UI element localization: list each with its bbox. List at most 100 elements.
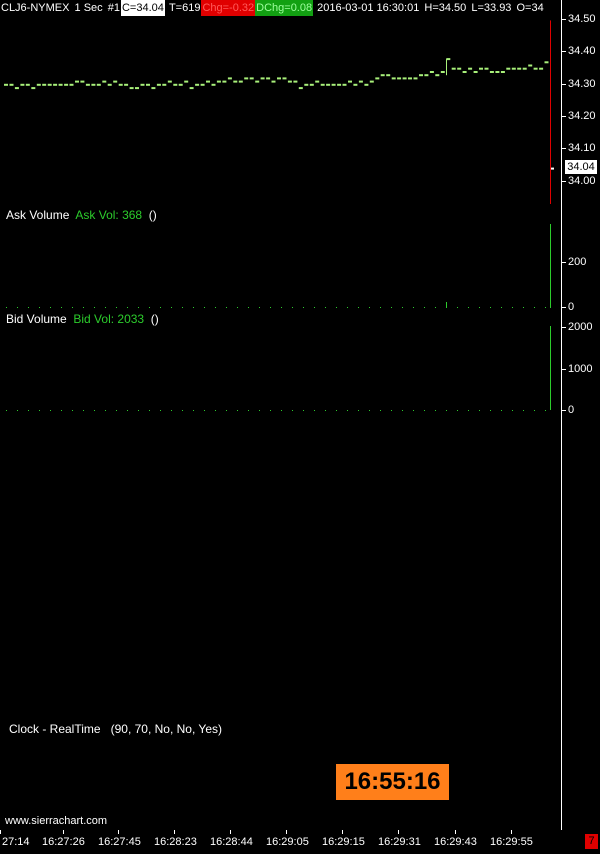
price-bar: [419, 74, 423, 77]
price-wick: [446, 59, 447, 76]
baseline-dot: [149, 410, 150, 411]
price-bar: [304, 83, 309, 86]
baseline-dot: [259, 410, 260, 411]
baseline-dot: [215, 307, 216, 308]
price-bar: [544, 61, 549, 64]
price-bar: [348, 80, 352, 83]
baseline-dot: [501, 307, 502, 308]
price-tick-mark: [562, 148, 566, 149]
price-bar: [500, 71, 505, 73]
price-bar: [20, 83, 25, 86]
price-bar: [64, 83, 69, 86]
baseline-dot: [545, 410, 546, 411]
baseline-dot: [292, 307, 293, 308]
price-bar: [118, 83, 123, 86]
price-bar: [287, 80, 292, 83]
baseline-dot: [237, 307, 238, 308]
baseline-dot: [17, 410, 18, 411]
baseline-dot: [259, 307, 260, 308]
baseline-dot: [149, 307, 150, 308]
baseline-dot: [83, 410, 84, 411]
baseline-dot: [490, 307, 491, 308]
time-label: 16:28:44: [210, 836, 253, 848]
baseline-dot: [523, 307, 524, 308]
baseline-dot: [358, 410, 359, 411]
baseline-dot: [358, 307, 359, 308]
price-bar: [222, 80, 227, 83]
time-label: 16:29:43: [434, 836, 477, 848]
last-close-tick: [551, 167, 554, 170]
baseline-dot: [380, 307, 381, 308]
baseline-dot: [215, 410, 216, 411]
price-tick-mark: [562, 116, 566, 117]
price-bar: [195, 83, 200, 86]
alert-badge[interactable]: 7: [585, 834, 598, 849]
price-bar: [495, 71, 500, 73]
price-bar: [484, 67, 489, 70]
baseline-dot: [391, 307, 392, 308]
ask-volume-chart[interactable]: [0, 220, 560, 310]
baseline-dot: [457, 307, 458, 308]
baseline-dot: [446, 410, 447, 411]
realtime-clock: 16:55:16: [336, 764, 449, 800]
baseline-dot: [303, 307, 304, 308]
ask-volume-baseline: [6, 307, 546, 308]
price-tick-label: 34.30: [568, 78, 596, 90]
time-label: 16:29:15: [322, 836, 365, 848]
time-tick-mark: [0, 830, 1, 834]
bid-volume-baseline: [6, 410, 546, 411]
baseline-dot: [347, 307, 348, 308]
baseline-dot: [248, 307, 249, 308]
price-bar: [75, 80, 79, 83]
price-bar: [91, 83, 96, 86]
price-bar: [189, 87, 194, 90]
baseline-dot: [116, 410, 117, 411]
baseline-dot: [127, 410, 128, 411]
baseline-dot: [204, 307, 205, 308]
ask-tick-mark: [562, 307, 566, 308]
bid-volume-chart[interactable]: [0, 322, 560, 414]
price-bar: [113, 80, 118, 83]
price-bar: [326, 83, 331, 86]
price-bar: [397, 77, 402, 80]
time-label: 16:29:05: [266, 836, 309, 848]
price-bar: [249, 77, 254, 80]
baseline-dot: [325, 410, 326, 411]
baseline-dot: [424, 307, 425, 308]
clock-title: Clock - RealTime: [9, 722, 101, 736]
baseline-dot: [281, 410, 282, 411]
price-bar: [408, 77, 412, 80]
price-bar: [227, 77, 232, 80]
price-bar: [36, 83, 41, 86]
price-bar: [129, 87, 134, 90]
price-bar: [80, 80, 85, 83]
price-chart[interactable]: [0, 14, 560, 204]
baseline-dot: [336, 410, 337, 411]
price-bar: [517, 67, 522, 70]
baseline-dot: [292, 410, 293, 411]
price-bar: [178, 83, 183, 86]
baseline-dot: [160, 410, 161, 411]
price-bar: [413, 77, 418, 80]
bid-tick-mark: [562, 327, 566, 328]
baseline-dot: [226, 410, 227, 411]
time-axis[interactable]: 27:14 16:27:26 16:27:45 16:28:23 16:28:4…: [0, 830, 600, 850]
price-bar: [353, 83, 358, 86]
baseline-dot: [171, 410, 172, 411]
baseline-dot: [369, 410, 370, 411]
ask-volume-tick: 0: [568, 301, 575, 313]
baseline-dot: [204, 410, 205, 411]
price-bar: [233, 80, 238, 83]
time-label: 16:29:55: [490, 836, 533, 848]
price-bar: [298, 87, 303, 90]
price-bar: [293, 80, 298, 83]
price-bar: [58, 83, 63, 86]
price-tick-label: 34.00: [568, 175, 596, 187]
price-bar: [47, 83, 52, 86]
baseline-dot: [50, 307, 51, 308]
baseline-dot: [61, 307, 62, 308]
price-bar: [4, 83, 8, 86]
bid-volume-tick: 1000: [568, 363, 593, 375]
price-bar: [53, 83, 58, 86]
baseline-dot: [226, 307, 227, 308]
